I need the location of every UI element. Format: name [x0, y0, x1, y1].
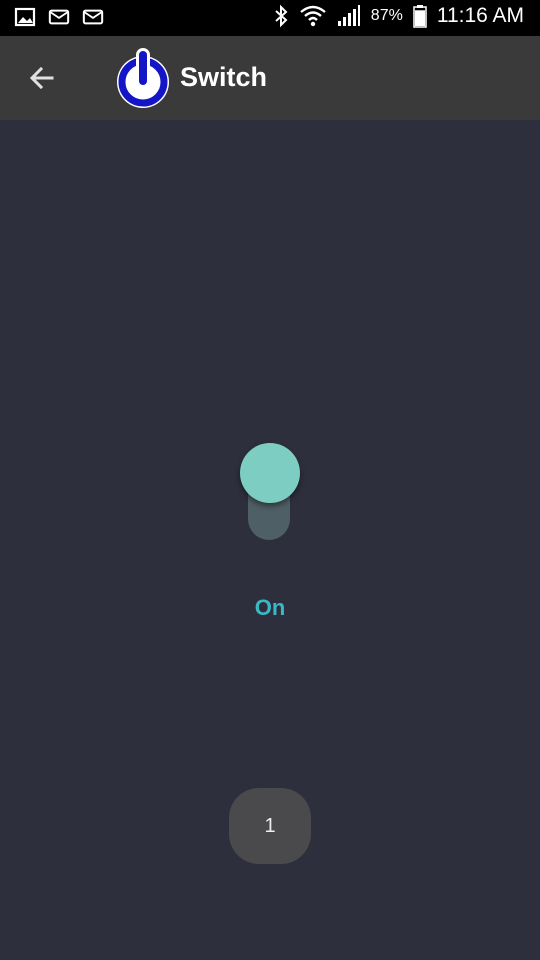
clock: 11:16 AM	[436, 4, 524, 27]
toggle-thumb[interactable]	[240, 443, 300, 503]
power-icon	[117, 48, 169, 108]
battery-percent: 87%	[370, 7, 403, 24]
mail-icon	[82, 9, 104, 25]
app-bar: Switch	[0, 36, 540, 120]
wifi-icon	[300, 5, 326, 27]
system-icons: 87% 11:16 AM	[273, 4, 524, 28]
page-title: Switch	[180, 62, 268, 92]
battery-icon	[413, 5, 427, 28]
back-arrow-icon	[29, 66, 54, 90]
signal-icon	[337, 5, 360, 26]
bluetooth-icon	[275, 4, 288, 28]
counter-button[interactable]: 1	[229, 788, 311, 864]
status-bar: 87% 11:16 AM	[0, 0, 540, 36]
gallery-icon	[14, 7, 36, 27]
back-button[interactable]	[22, 58, 62, 98]
notification-icons	[14, 7, 104, 27]
screen: 87% 11:16 AM Switch On 1	[0, 0, 540, 960]
mail-icon	[48, 9, 70, 25]
power-toggle-switch[interactable]	[238, 442, 302, 542]
switch-state-label: On	[254, 595, 286, 620]
